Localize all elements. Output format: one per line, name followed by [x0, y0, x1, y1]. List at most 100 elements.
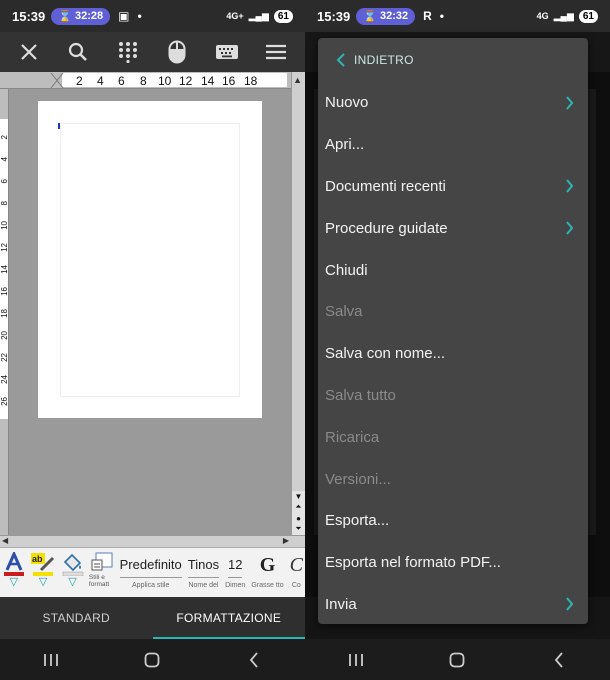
hourglass-icon: ⌛ [58, 10, 72, 23]
menu-item-label: Ricarica [325, 428, 380, 446]
indent-marker-icon[interactable] [50, 72, 64, 89]
file-menu: INDIETRO Nuovo Apri... Documenti recenti Pr… [318, 38, 588, 624]
bold-icon: G [259, 554, 276, 576]
left-screen: 15:39 ⌛ 32:28 ▣ • 4G+ ▂▄▆ 61 2 4 6 8 10 … [0, 0, 305, 680]
menu-item[interactable]: Chiudi [318, 249, 588, 291]
font-name-field[interactable]: Tinos Nome del [186, 552, 221, 589]
chevron-right-icon [565, 179, 574, 194]
nav-dot-icon[interactable]: ● [296, 514, 301, 523]
dot-icon: • [137, 9, 142, 23]
document-page[interactable] [38, 101, 262, 418]
status-time: 15:39 [12, 8, 46, 24]
mouse-button[interactable] [160, 35, 194, 69]
document-canvas[interactable] [9, 89, 291, 535]
scroll-up-icon[interactable]: ▲ [293, 75, 302, 85]
menu-item-label: Chiudi [325, 261, 368, 279]
recents-button[interactable] [336, 645, 376, 675]
signal-icon: ▂▄▆ [248, 10, 269, 21]
menu-item[interactable]: Salva con nome... [318, 333, 588, 375]
text-cursor [58, 123, 60, 129]
menu-item[interactable]: Esporta nel formato PDF... [318, 542, 588, 584]
back-button[interactable] [539, 645, 579, 675]
scroll-left-icon[interactable]: ◀ [2, 536, 8, 545]
ruler-tick-label: 4 [97, 74, 104, 88]
ruler-tick-label: 10 [158, 74, 172, 88]
ruler-tick-label: 12 [179, 74, 193, 88]
menu-item[interactable]: Esporta... [318, 500, 588, 542]
keypad-button[interactable] [111, 35, 145, 69]
menu-item-label: Versioni... [325, 470, 391, 488]
bold-label: Grasse tto [251, 582, 284, 589]
close-button[interactable] [12, 35, 46, 69]
styles-icon [91, 552, 113, 571]
page-nav-controls[interactable]: ▼ ⏶ ● ⏷ [292, 491, 305, 535]
font-color-icon [3, 552, 24, 576]
menu-item-label: Apri... [325, 136, 365, 154]
highlight-icon: ab [31, 553, 55, 576]
menu-item[interactable]: Nuovo [318, 82, 588, 124]
paragraph-style-value: Predefinito [119, 552, 182, 578]
italic-label: Co [291, 582, 301, 589]
next-page-icon[interactable]: ⏷ [295, 524, 301, 534]
screenshot-icon: ▣ [118, 9, 130, 23]
ruler-tick-label: 16 [222, 74, 236, 88]
horizontal-scrollbar[interactable]: ◀ ▶ [0, 535, 305, 547]
menu-item: Salva tutto [318, 375, 588, 417]
menu-back-button[interactable]: INDIETRO [318, 38, 588, 82]
vertical-scrollbar[interactable]: ▲ ▼ ⏶ ● ⏷ [291, 72, 305, 535]
font-size-field[interactable]: 12 Dimen [223, 552, 247, 589]
menu-button[interactable] [259, 35, 293, 69]
battery-level: 61 [273, 9, 293, 23]
status-right: 4G+ ▂▄▆ 61 [226, 9, 293, 23]
vruler-tick-label: 10 [0, 221, 9, 230]
highlight-button[interactable]: ab ▽ [29, 552, 56, 588]
paragraph-style-label: Applica stile [132, 582, 170, 589]
scroll-down-icon[interactable]: ▼ [295, 492, 303, 501]
tab-formattazione[interactable]: FORMATTAZIONE [152, 597, 306, 639]
home-button[interactable] [437, 645, 477, 675]
menu-item: Ricarica [318, 416, 588, 458]
bold-button[interactable]: G Grasse tto [249, 552, 285, 589]
background-color-button[interactable]: ▽ [59, 552, 86, 588]
vruler-tick-label: 6 [0, 179, 9, 184]
dropdown-triangle-icon[interactable]: ▽ [39, 576, 47, 588]
search-button[interactable] [61, 35, 95, 69]
home-icon [450, 652, 465, 667]
back-button[interactable] [234, 645, 274, 675]
dropdown-triangle-icon[interactable]: ▽ [9, 576, 17, 588]
chevron-left-icon [336, 53, 345, 67]
menu-items: Nuovo Apri... Documenti recenti Procedure g… [318, 82, 588, 624]
menu-item[interactable]: Documenti recenti [318, 166, 588, 208]
vertical-ruler: 2 4 6 8 10 12 14 16 18 20 22 24 26 [0, 89, 9, 535]
paragraph-style-field[interactable]: Predefinito Applica stile [118, 552, 184, 589]
dropdown-triangle-icon[interactable]: ▽ [68, 576, 76, 588]
home-button[interactable] [132, 645, 172, 675]
back-icon [554, 651, 563, 668]
font-color-button[interactable]: ▽ [0, 552, 27, 588]
font-name-value: Tinos [187, 552, 220, 578]
font-name-label: Nome del [188, 582, 219, 589]
recents-button[interactable] [31, 645, 71, 675]
styles-button[interactable]: Stili e formatt [88, 552, 115, 588]
menu-item[interactable]: Apri... [318, 124, 588, 166]
hamburger-icon [266, 44, 287, 60]
system-nav-bar [305, 639, 610, 680]
menu-item[interactable]: Procedure guidate [318, 207, 588, 249]
close-icon [20, 44, 37, 60]
chevron-right-icon [565, 96, 574, 110]
keyboard-button[interactable] [210, 35, 244, 69]
vruler-tick-label: 16 [0, 287, 9, 296]
italic-button[interactable]: C Co [288, 552, 305, 589]
menu-item-label: Salva [325, 303, 363, 321]
scroll-right-icon[interactable]: ▶ [283, 536, 289, 545]
menu-item-label: Esporta nel formato PDF... [325, 554, 501, 572]
page-text-area[interactable] [60, 123, 240, 397]
tab-standard[interactable]: STANDARD [0, 597, 153, 639]
ruler-tick-label: 18 [244, 74, 258, 88]
horizontal-ruler: 2 4 6 8 10 12 14 16 18 [0, 72, 305, 89]
prev-page-icon[interactable]: ⏶ [295, 502, 301, 512]
home-icon [145, 652, 160, 667]
menu-item[interactable]: Invia [318, 584, 588, 624]
ruler-tick-label: 2 [76, 74, 83, 88]
recents-icon [43, 653, 58, 666]
